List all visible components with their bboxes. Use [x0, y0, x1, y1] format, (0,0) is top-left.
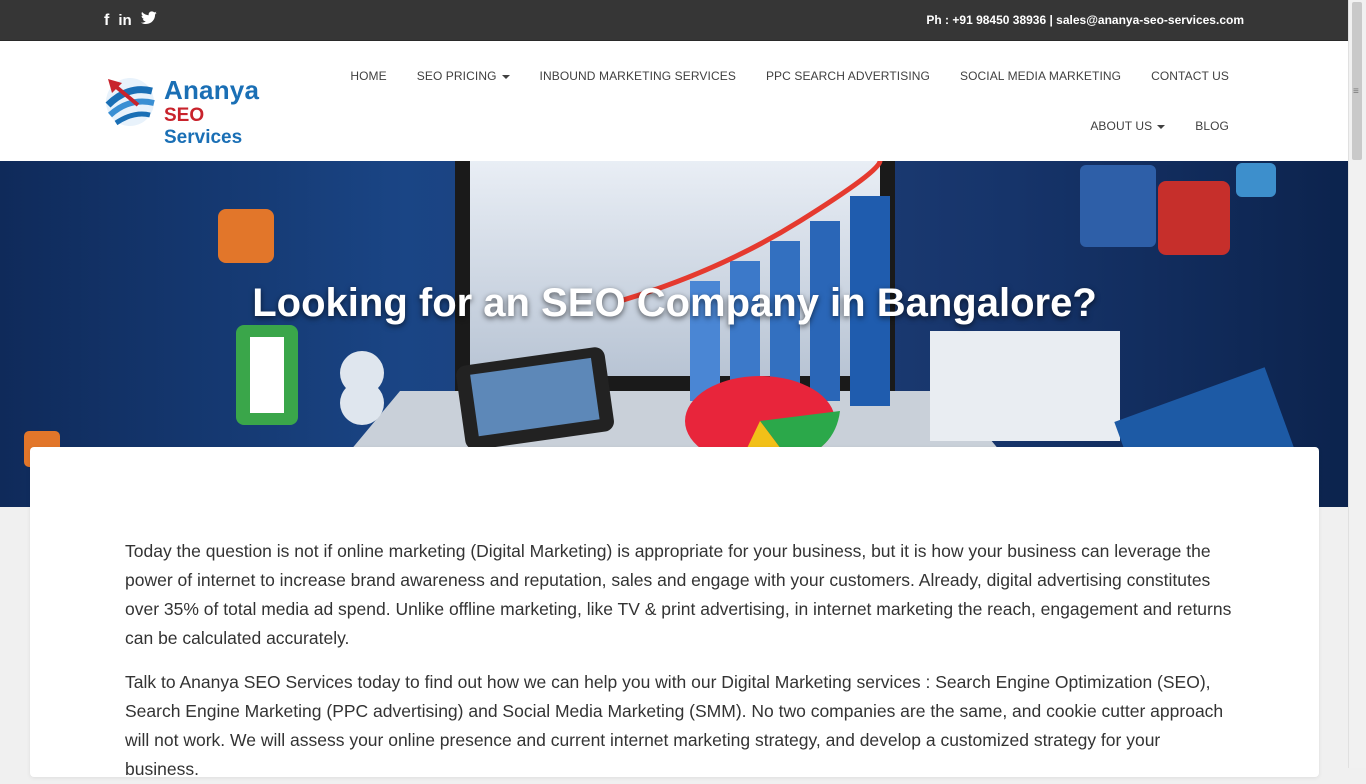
linkedin-icon[interactable]: in [118, 12, 131, 30]
navbar: Ananya SEO Services HOME SEO PRICING INB… [0, 41, 1349, 161]
nav-social-media[interactable]: SOCIAL MEDIA MARKETING [960, 69, 1121, 83]
nav-seo-pricing[interactable]: SEO PRICING [417, 69, 510, 83]
logo-globe-icon [105, 78, 155, 126]
page-scrollbar[interactable]: ≡ [1348, 0, 1366, 768]
content-card: Today the question is not if online mark… [30, 447, 1319, 779]
nav-about-us[interactable]: ABOUT US [1090, 119, 1166, 133]
dropdown-caret-icon [1157, 124, 1166, 129]
main-nav: HOME SEO PRICING INBOUND MARKETING SERVI… [350, 69, 1229, 83]
nav-ppc-search[interactable]: PPC SEARCH ADVERTISING [766, 69, 930, 83]
scrollbar-grip-icon: ≡ [1353, 86, 1359, 97]
intro-paragraph: Today the question is not if online mark… [125, 541, 1232, 648]
contact-info: Ph : +91 98450 38936 | sales@ananya-seo-… [926, 13, 1244, 27]
nav-blog[interactable]: BLOG [1195, 119, 1229, 133]
twitter-icon[interactable] [140, 11, 157, 30]
main-nav-row2: ABOUT US BLOG [1090, 119, 1229, 133]
hero-title: Looking for an SEO Company in Bangalore? [252, 281, 1097, 325]
nav-home[interactable]: HOME [350, 69, 386, 83]
dropdown-caret-icon [501, 74, 510, 79]
scrollbar-thumb[interactable] [1352, 2, 1362, 160]
social-links: f in [104, 11, 157, 30]
services-paragraph: Talk to Ananya SEO Services today to fin… [125, 672, 1224, 779]
nav-contact-us[interactable]: CONTACT US [1151, 69, 1229, 83]
nav-inbound-marketing[interactable]: INBOUND MARKETING SERVICES [540, 69, 736, 83]
logo-text-ananya: Ananya [164, 75, 260, 105]
facebook-icon[interactable]: f [104, 12, 109, 30]
site-logo[interactable]: Ananya SEO Services [104, 75, 284, 148]
top-bar: f in Ph : +91 98450 38936 | sales@ananya… [0, 0, 1349, 41]
logo-text-seo-services: SEO Services [164, 105, 243, 148]
